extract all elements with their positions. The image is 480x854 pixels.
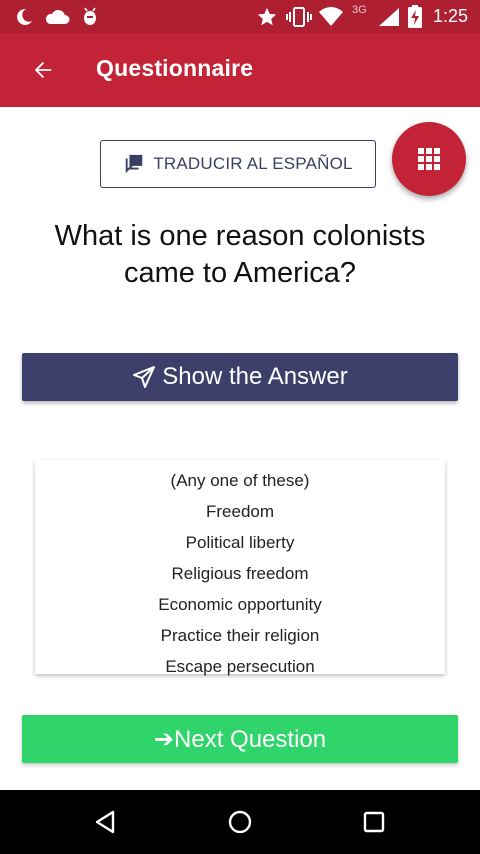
- answer-line: (Any one of these): [170, 471, 310, 490]
- question-text: What is one reason colonists came to Ame…: [54, 220, 426, 289]
- next-question-button[interactable]: ➔Next Question: [22, 715, 458, 763]
- wifi-icon: [319, 7, 343, 27]
- show-answer-button[interactable]: Show the Answer: [22, 353, 458, 401]
- cloud-icon: [45, 10, 70, 24]
- nav-recents-button[interactable]: [352, 800, 396, 844]
- vibrate-icon: [286, 7, 312, 27]
- next-question-label: ➔Next Question: [153, 725, 327, 753]
- question-grid-button[interactable]: [392, 122, 466, 196]
- answer-line: Economic opportunity: [158, 595, 322, 614]
- moon-icon: [17, 8, 32, 25]
- square-recents-icon: [363, 811, 385, 833]
- answer-line: Practice their religion: [160, 626, 320, 645]
- battery-charging-icon: [408, 5, 422, 28]
- star-icon: [257, 7, 277, 26]
- answer-card: (Any one of these) Freedom Political lib…: [35, 460, 445, 676]
- status-time: 1:25: [432, 6, 468, 26]
- translate-label: TRADUCIR AL ESPAÑOL: [153, 154, 353, 173]
- paper-plane-icon: [133, 366, 156, 388]
- translate-spanish-button[interactable]: TRADUCIR AL ESPAÑOL: [100, 140, 376, 188]
- triangle-back-icon: [95, 810, 115, 834]
- circle-home-icon: [228, 810, 252, 834]
- android-debug-icon: [84, 7, 96, 25]
- answer-line: Political liberty: [185, 533, 295, 552]
- grid-icon: [418, 148, 440, 170]
- nav-home-button[interactable]: [218, 800, 262, 844]
- arrow-left-icon: [34, 61, 52, 79]
- back-button[interactable]: [24, 51, 62, 89]
- answer-line: Escape persecution: [165, 657, 315, 676]
- app-bar: Questionnaire: [0, 33, 480, 107]
- system-nav-bar: [0, 790, 480, 854]
- nav-back-button[interactable]: [84, 800, 128, 844]
- answer-line: Freedom: [205, 502, 275, 521]
- network-type-label: 3G: [352, 4, 367, 16]
- signal-icon: [379, 8, 399, 26]
- chat-bubbles-icon: [126, 154, 143, 174]
- status-bar: 3G 1:25: [0, 0, 480, 33]
- answer-line: Religious freedom: [171, 564, 309, 583]
- show-answer-label: Show the Answer: [162, 363, 348, 390]
- page-title: Questionnaire: [96, 55, 254, 81]
